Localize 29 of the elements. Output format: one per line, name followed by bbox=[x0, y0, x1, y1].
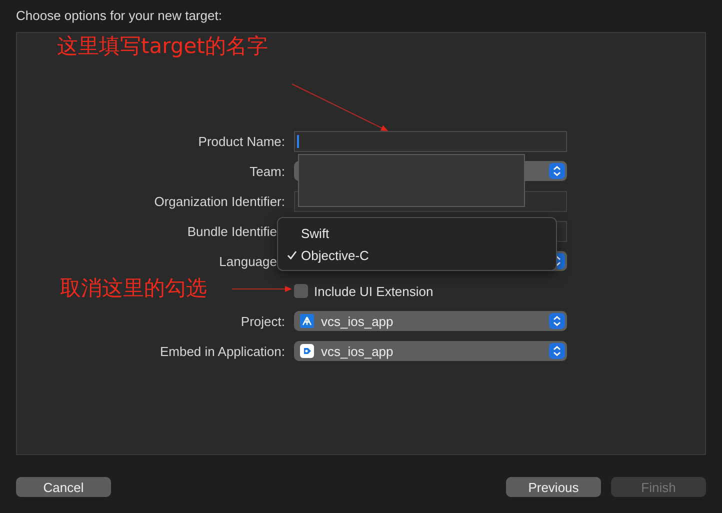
annotation-text: 这里填写target的名字 bbox=[57, 33, 268, 60]
arrow bbox=[232, 286, 292, 292]
dialog-title: Choose options for your new target: bbox=[16, 8, 222, 24]
popup-button[interactable]: vcs_ios_app bbox=[294, 311, 567, 331]
field-label: Organization Identifier: bbox=[154, 194, 285, 208]
popup-button[interactable]: vcs_ios_app bbox=[294, 341, 567, 361]
stepper-icon bbox=[549, 163, 565, 179]
app-icon bbox=[300, 344, 314, 358]
checkbox[interactable] bbox=[294, 284, 308, 298]
stepper-icon bbox=[557, 253, 565, 269]
text-field[interactable] bbox=[294, 130, 567, 152]
stepper-icon bbox=[549, 343, 565, 359]
annotation-text: 取消这里的勾选 bbox=[60, 275, 207, 302]
field-label: Product Name: bbox=[198, 134, 285, 148]
field-label: Project: bbox=[240, 314, 285, 328]
field-label: Bundle Identifie bbox=[187, 224, 277, 238]
field-label: Embed in Application: bbox=[160, 344, 285, 358]
dialog-button[interactable]: Cancel bbox=[16, 477, 111, 497]
popup-value: vcs_ios_app bbox=[321, 314, 394, 328]
menu-item[interactable]: Objective-C bbox=[283, 244, 551, 266]
field-label: Team: bbox=[250, 164, 285, 178]
checkbox-label: Include UI Extension bbox=[314, 284, 434, 298]
menu-item[interactable]: Swift bbox=[283, 222, 551, 244]
field-label: Language bbox=[219, 254, 277, 268]
project-icon bbox=[300, 314, 314, 328]
popup-value: vcs_ios_app bbox=[321, 344, 394, 358]
text-cursor bbox=[297, 134, 299, 148]
stepper-icon bbox=[549, 313, 565, 329]
dialog-button[interactable]: Previous bbox=[506, 477, 601, 497]
